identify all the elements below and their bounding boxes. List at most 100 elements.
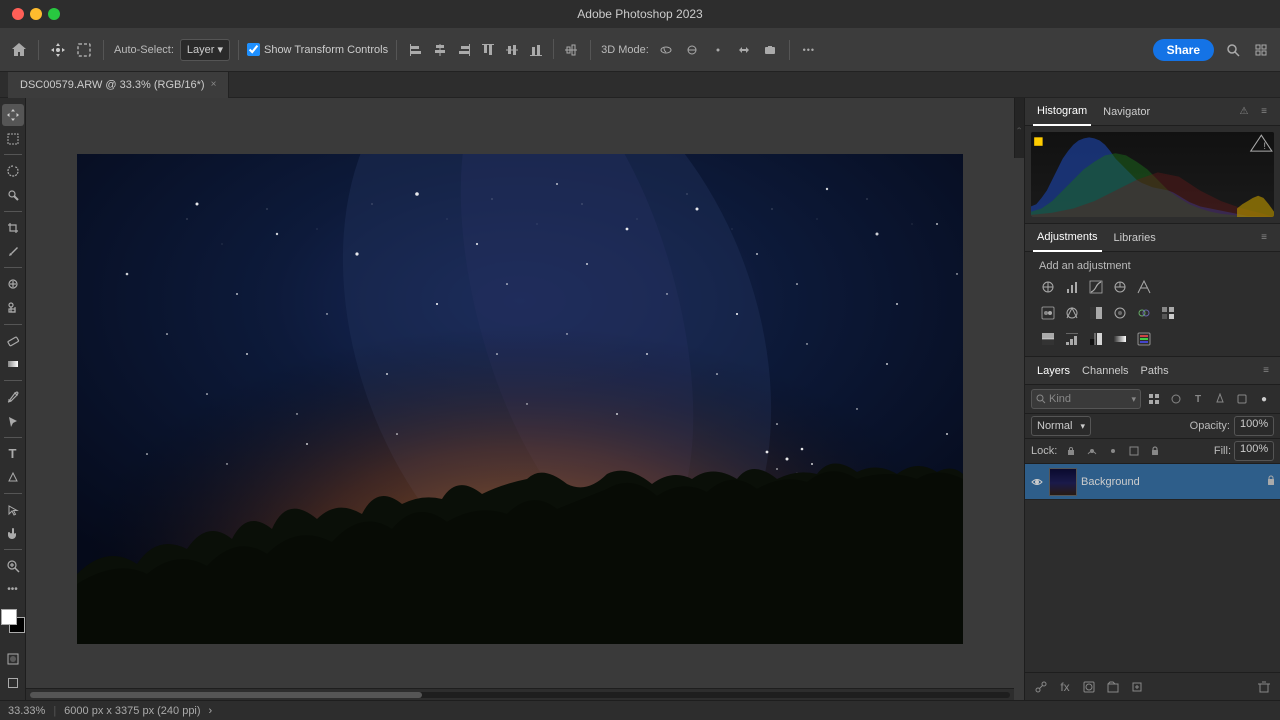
selective-color-icon[interactable] [1133, 328, 1155, 350]
crop-tool[interactable] [2, 217, 24, 239]
add-mask-button[interactable] [1079, 677, 1099, 697]
healing-brush-tool[interactable] [2, 273, 24, 295]
more-options-button[interactable]: ••• [798, 39, 820, 61]
tab-adjustments[interactable]: Adjustments [1033, 224, 1102, 252]
add-fx-button[interactable]: fx [1055, 677, 1075, 697]
pen-tool[interactable] [2, 386, 24, 408]
tab-close-button[interactable]: × [211, 79, 217, 90]
clone-stamp-tool[interactable] [2, 297, 24, 319]
lock-all-icon[interactable] [1146, 442, 1164, 460]
hand-tool[interactable] [2, 523, 24, 545]
color-balance-icon[interactable] [1061, 302, 1083, 324]
quick-mask-button[interactable] [2, 648, 24, 670]
align-top-button[interactable] [477, 39, 499, 61]
invert-icon[interactable] [1037, 328, 1059, 350]
filter-pixel-icon[interactable] [1144, 389, 1164, 409]
shape-tool[interactable] [2, 466, 24, 488]
opacity-value[interactable]: 100% [1234, 416, 1274, 436]
magic-wand-tool[interactable] [2, 184, 24, 206]
move-tool-button[interactable] [47, 39, 69, 61]
histogram-warning-icon[interactable]: ⚠ [1236, 104, 1252, 120]
3d-slide-icon[interactable] [733, 39, 755, 61]
adjustments-menu-icon[interactable]: ≡ [1256, 230, 1272, 246]
transform-controls-checkbox[interactable]: Show Transform Controls [247, 43, 388, 56]
3d-pan-icon[interactable] [707, 39, 729, 61]
select-tool-button[interactable] [73, 39, 95, 61]
rectangular-marquee-tool[interactable] [2, 128, 24, 150]
filter-shape-icon[interactable] [1210, 389, 1230, 409]
scrollbar-thumb[interactable] [30, 692, 422, 698]
lasso-tool[interactable] [2, 160, 24, 182]
layer-dropdown[interactable]: Layer ▾ [180, 39, 230, 61]
background-layer-item[interactable]: Background [1025, 464, 1280, 500]
text-tool[interactable]: T [2, 443, 24, 465]
delete-layer-button[interactable] [1254, 677, 1274, 697]
vibrance-icon[interactable] [1133, 276, 1155, 298]
3d-orbit-icon[interactable] [681, 39, 703, 61]
screen-mode-button[interactable] [2, 672, 24, 694]
tab-libraries[interactable]: Libraries [1110, 224, 1160, 252]
eyedropper-tool[interactable] [2, 241, 24, 263]
align-center-h-button[interactable] [429, 39, 451, 61]
photo-filter-icon[interactable] [1109, 302, 1131, 324]
tab-navigator[interactable]: Navigator [1099, 98, 1154, 126]
tab-paths[interactable]: Paths [1135, 357, 1175, 385]
align-left-button[interactable] [405, 39, 427, 61]
3d-camera-icon[interactable] [759, 39, 781, 61]
tab-channels[interactable]: Channels [1076, 357, 1134, 385]
layers-menu-icon[interactable]: ≡ [1258, 363, 1274, 379]
new-layer-button[interactable] [1127, 677, 1147, 697]
brightness-contrast-icon[interactable] [1037, 276, 1059, 298]
3d-rotate-icon[interactable] [655, 39, 677, 61]
zoom-tool[interactable] [2, 555, 24, 577]
document-tab[interactable]: DSC00579.ARW @ 33.3% (RGB/16*) × [8, 72, 229, 98]
lock-image-icon[interactable] [1083, 442, 1101, 460]
document-canvas[interactable] [77, 154, 963, 644]
filter-smart-icon[interactable] [1232, 389, 1252, 409]
filter-toggle-icon[interactable]: ● [1254, 389, 1274, 409]
workspaces-icon[interactable] [1250, 39, 1272, 61]
minimize-button[interactable] [30, 8, 42, 20]
distribute-h-button[interactable] [560, 39, 582, 61]
status-arrow[interactable]: › [209, 705, 213, 717]
levels-icon[interactable] [1061, 276, 1083, 298]
tab-histogram[interactable]: Histogram [1033, 98, 1091, 126]
lock-position-icon[interactable] [1104, 442, 1122, 460]
threshold-icon[interactable] [1085, 328, 1107, 350]
layers-kind-filter[interactable]: Kind ▾ [1031, 389, 1141, 409]
channel-mixer-icon[interactable] [1133, 302, 1155, 324]
move-tool-left[interactable] [2, 104, 24, 126]
share-button[interactable]: Share [1153, 39, 1214, 61]
panel-collapse-handle[interactable]: ‹ [1014, 98, 1024, 158]
filter-adjustment-icon[interactable] [1166, 389, 1186, 409]
new-group-button[interactable] [1103, 677, 1123, 697]
layer-visibility-toggle[interactable] [1029, 474, 1045, 490]
path-selection-tool[interactable] [2, 410, 24, 432]
align-bottom-button[interactable] [525, 39, 547, 61]
blend-mode-dropdown[interactable]: Normal ▾ [1031, 416, 1091, 436]
hue-sat-icon[interactable] [1037, 302, 1059, 324]
foreground-color[interactable] [1, 609, 17, 625]
black-white-icon[interactable] [1085, 302, 1107, 324]
color-lookup-icon[interactable] [1157, 302, 1179, 324]
eraser-tool[interactable] [2, 330, 24, 352]
lock-artboard-icon[interactable] [1125, 442, 1143, 460]
link-layers-button[interactable] [1031, 677, 1051, 697]
posterize-icon[interactable] [1061, 328, 1083, 350]
exposure-icon[interactable] [1109, 276, 1131, 298]
align-center-v-button[interactable] [501, 39, 523, 61]
close-button[interactable] [12, 8, 24, 20]
filter-text-icon[interactable]: T [1188, 389, 1208, 409]
home-icon[interactable] [8, 39, 30, 61]
fill-value[interactable]: 100% [1234, 441, 1274, 461]
align-right-button[interactable] [453, 39, 475, 61]
lock-transparency-icon[interactable] [1062, 442, 1080, 460]
search-icon[interactable] [1222, 39, 1244, 61]
horizontal-scrollbar[interactable] [26, 688, 1014, 700]
gradient-tool[interactable] [2, 353, 24, 375]
maximize-button[interactable] [48, 8, 60, 20]
curves-icon[interactable] [1085, 276, 1107, 298]
gradient-map-icon[interactable] [1109, 328, 1131, 350]
histogram-menu-icon[interactable]: ≡ [1256, 104, 1272, 120]
direct-selection-tool[interactable] [2, 499, 24, 521]
